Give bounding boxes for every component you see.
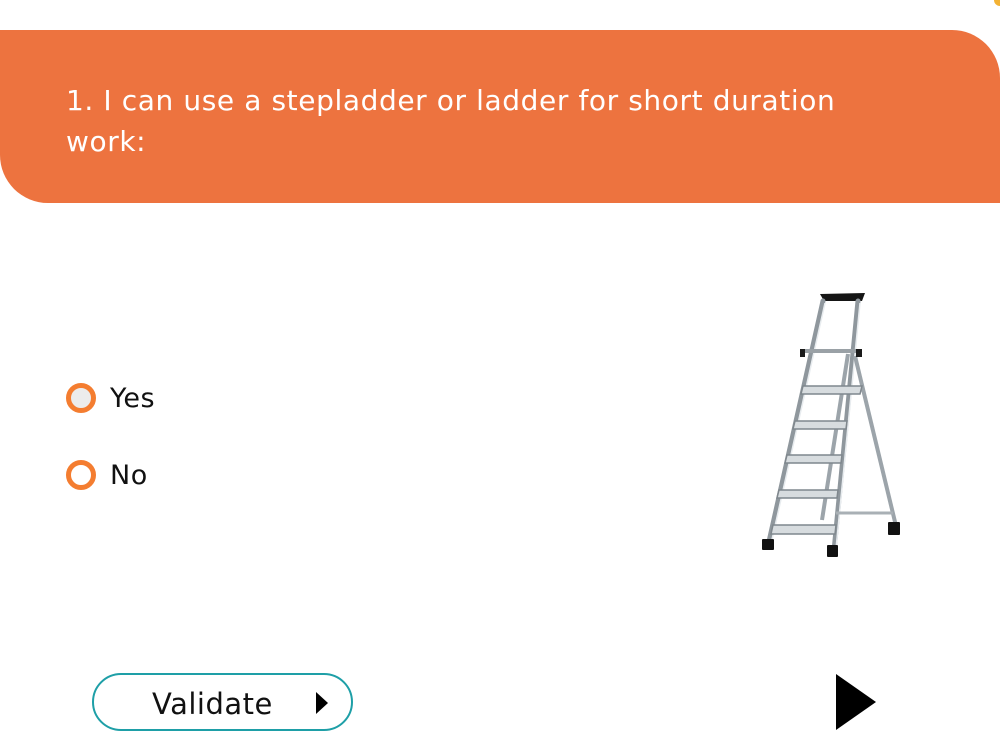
stepladder-image xyxy=(762,293,900,557)
play-arrow-icon xyxy=(836,674,876,730)
question-text: 1. I can use a stepladder or ladder for … xyxy=(66,84,836,158)
answer-option-yes[interactable]: Yes xyxy=(66,378,426,418)
answer-label-yes: Yes xyxy=(110,382,156,414)
validate-button[interactable]: Validate xyxy=(92,673,353,731)
question-banner: 1. I can use a stepladder or ladder for … xyxy=(0,30,1000,203)
next-button[interactable] xyxy=(836,674,878,730)
answer-list: Yes No xyxy=(66,378,426,495)
radio-button-no[interactable] xyxy=(66,460,96,490)
answer-label-no: No xyxy=(110,459,148,491)
radio-button-yes[interactable] xyxy=(66,383,96,413)
caret-right-icon xyxy=(316,692,328,714)
corner-accent xyxy=(994,0,1000,6)
answer-option-no[interactable]: No xyxy=(66,455,426,495)
stepladder-frame xyxy=(762,293,900,557)
validate-label: Validate xyxy=(152,687,273,721)
